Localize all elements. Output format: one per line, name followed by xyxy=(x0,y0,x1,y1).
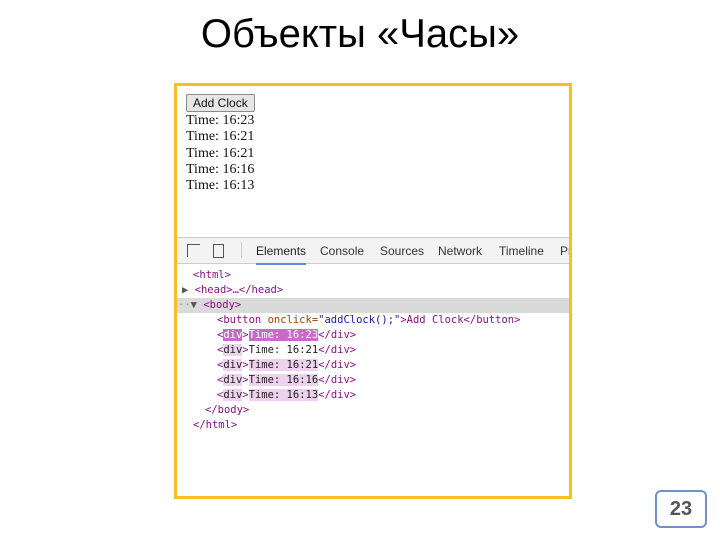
time-item: Time: 16:21 xyxy=(186,145,255,161)
div-close: </div> xyxy=(318,344,357,356)
button-attr: onclick= xyxy=(267,314,319,326)
inspect-element-icon[interactable] xyxy=(187,244,200,257)
elements-tree: <html> ▶ <head>…</head> ··▼ <body> <butt… xyxy=(177,268,569,433)
expand-arrow-icon[interactable]: ▶ xyxy=(182,284,188,296)
body-tag: <body> xyxy=(203,299,242,311)
head-tag: <head>…</head> xyxy=(194,284,284,296)
div-tag: div xyxy=(223,389,243,401)
devtools-toolbar: Elements Console Sources Network Timelin… xyxy=(177,238,569,265)
tab-console[interactable]: Console xyxy=(320,244,364,258)
ellipsis-icon: ·· xyxy=(178,299,191,311)
tree-head[interactable]: ▶ <head>…</head> xyxy=(177,283,569,298)
div-text: Time: 16:16 xyxy=(248,374,319,386)
div-close: </div> xyxy=(318,389,357,401)
time-item: Time: 16:21 xyxy=(186,129,255,145)
button-attr-value: "addClock();" xyxy=(318,314,401,326)
time-item: Time: 16:13 xyxy=(186,178,255,194)
div-close: </div> xyxy=(318,329,357,341)
tree-div[interactable]: <div>Time: 16:23</div> xyxy=(177,328,569,343)
tab-timeline[interactable]: Timeline xyxy=(499,244,544,258)
devtools-panel: Elements Console Sources Network Timelin… xyxy=(177,237,569,496)
div-tag: div xyxy=(223,344,243,356)
button-text: >Add Clock</button> xyxy=(400,314,521,326)
div-close: </div> xyxy=(318,374,357,386)
add-clock-button[interactable]: Add Clock xyxy=(186,94,255,112)
time-item: Time: 16:23 xyxy=(186,113,255,128)
tree-body-close[interactable]: </body> xyxy=(177,403,569,418)
collapse-arrow-icon[interactable]: ▼ xyxy=(191,299,197,311)
time-item: Time: 16:16 xyxy=(186,161,255,177)
div-close: </div> xyxy=(318,359,357,371)
tree-div[interactable]: <div>Time: 16:16</div> xyxy=(177,373,569,388)
tab-sources[interactable]: Sources xyxy=(380,244,424,258)
div-tag: div xyxy=(223,329,243,341)
tab-network[interactable]: Network xyxy=(438,244,482,258)
tree-button[interactable]: <button onclick="addClock();">Add Clock<… xyxy=(177,313,569,328)
toolbar-divider xyxy=(241,242,242,258)
tree-body-open[interactable]: ··▼ <body> xyxy=(177,298,569,313)
slide-title: Объекты «Часы» xyxy=(200,12,520,56)
device-mode-icon[interactable] xyxy=(213,244,224,258)
html-close-tag: </html> xyxy=(193,419,238,431)
tree-div[interactable]: <div>Time: 16:21</div> xyxy=(177,343,569,358)
tab-elements[interactable]: Elements xyxy=(256,244,307,265)
body-close-tag: </body> xyxy=(205,404,250,416)
div-tag: div xyxy=(223,374,243,386)
tree-div[interactable]: <div>Time: 16:21</div> xyxy=(177,358,569,373)
div-text: Time: 16:21 xyxy=(248,359,319,371)
div-text: Time: 16:21 xyxy=(248,344,319,356)
button-tag: <button xyxy=(217,314,268,326)
html-tag: <html> xyxy=(193,269,231,281)
tree-html-close[interactable]: </html> xyxy=(177,418,569,433)
time-list: Time: 16:23 Time: 16:21 Time: 16:21 Time… xyxy=(186,113,254,194)
tab-more[interactable]: Pr xyxy=(560,244,569,258)
div-tag: div xyxy=(223,359,243,371)
page-number: 23 xyxy=(655,490,707,528)
screenshot-frame: Add Clock Time: 16:23 Time: 16:21 Time: … xyxy=(174,83,572,499)
div-text: Time: 16:23 xyxy=(248,329,319,341)
tree-div[interactable]: <div>Time: 16:13</div> xyxy=(177,388,569,403)
tree-html-open[interactable]: <html> xyxy=(177,268,569,283)
div-text: Time: 16:13 xyxy=(248,389,319,401)
